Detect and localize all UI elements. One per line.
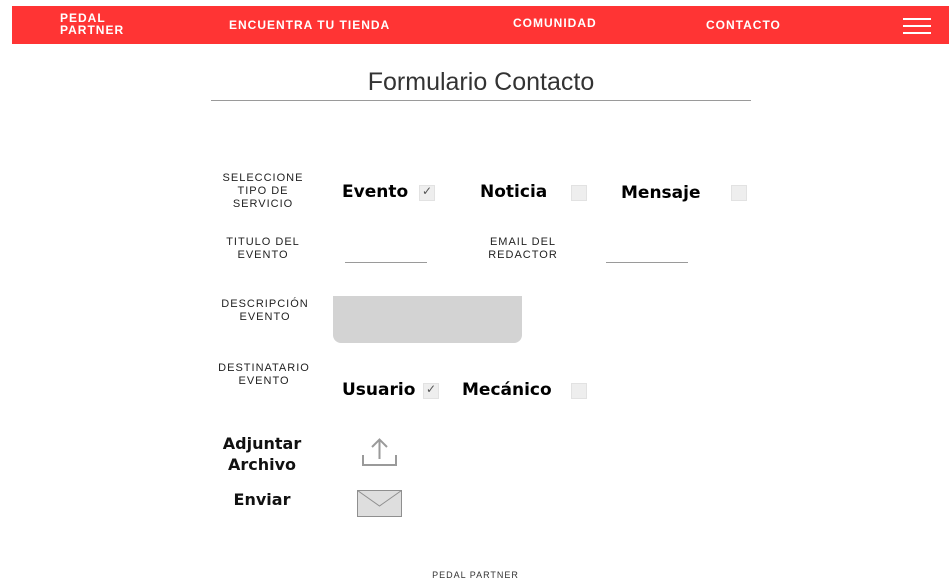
recipient-label: DESTINATARIO EVENTO: [218, 362, 310, 387]
footer-text: PEDAL PARTNER: [432, 570, 519, 580]
attach-file-label: Adjuntar Archivo: [222, 434, 302, 474]
checkmark-icon: ✓: [426, 382, 437, 396]
editor-email-input[interactable]: [606, 244, 688, 263]
editor-email-label: EMAIL DEL REDACTOR: [488, 236, 558, 261]
checkmark-icon: ✓: [422, 184, 433, 198]
page-title: Formulario Contacto: [367, 68, 595, 96]
nav-link-encuentra-tu-tienda[interactable]: ENCUENTRA TU TIENDA: [229, 18, 390, 32]
title-divider: [211, 100, 751, 101]
description-textarea[interactable]: [333, 296, 522, 343]
checkbox-noticia[interactable]: [571, 185, 587, 201]
upload-icon[interactable]: [361, 437, 399, 467]
brand-logo[interactable]: PEDAL PARTNER: [60, 12, 130, 36]
top-navigation-bar: PEDAL PARTNER ENCUENTRA TU TIENDA COMUNI…: [12, 6, 949, 44]
checkbox-mensaje[interactable]: [731, 185, 747, 201]
nav-link-comunidad[interactable]: COMUNIDAD: [513, 16, 597, 30]
option-noticia-label: Noticia: [480, 182, 548, 202]
nav-link-contacto[interactable]: CONTACTO: [706, 18, 781, 32]
checkbox-mecanico[interactable]: [571, 383, 587, 399]
envelope-icon[interactable]: [357, 490, 402, 517]
checkbox-usuario[interactable]: ✓: [423, 382, 439, 399]
option-evento-label: Evento: [342, 182, 409, 202]
brand-text: PEDAL PARTNER: [60, 11, 125, 37]
option-usuario-label: Usuario: [342, 380, 416, 400]
event-title-label: TITULO DEL EVENTO: [226, 236, 300, 261]
event-title-input[interactable]: [345, 244, 427, 263]
service-type-label: SELECCIONE TIPO DE SERVICIO: [222, 172, 304, 210]
option-mecanico-label: Mecánico: [462, 380, 552, 400]
option-mensaje-label: Mensaje: [621, 183, 701, 203]
description-label: DESCRIPCIÓN EVENTO: [221, 298, 309, 323]
send-label: Enviar: [233, 490, 291, 509]
checkbox-evento[interactable]: ✓: [419, 184, 435, 201]
hamburger-menu-icon[interactable]: [903, 16, 931, 36]
